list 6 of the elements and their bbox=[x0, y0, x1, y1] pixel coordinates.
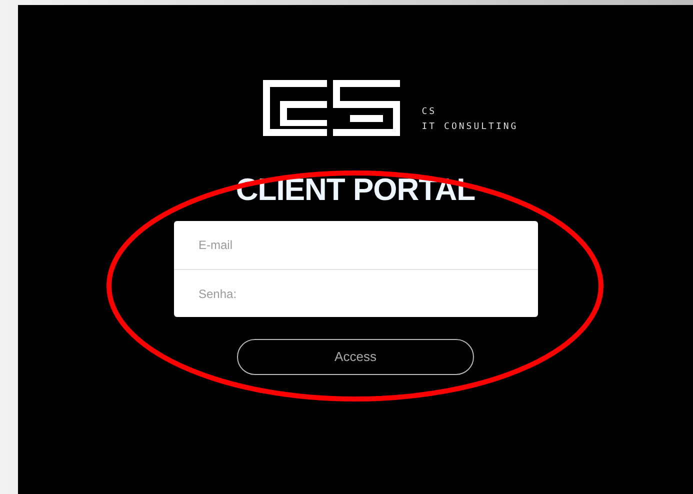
brand-tagline: IT CONSULTING bbox=[422, 121, 518, 134]
logo-icon bbox=[262, 80, 400, 137]
brand-name: CS bbox=[422, 106, 438, 119]
access-button[interactable]: Access bbox=[237, 339, 474, 375]
password-field[interactable]: Senha: bbox=[174, 269, 538, 317]
email-field[interactable]: E-mail bbox=[174, 221, 538, 269]
